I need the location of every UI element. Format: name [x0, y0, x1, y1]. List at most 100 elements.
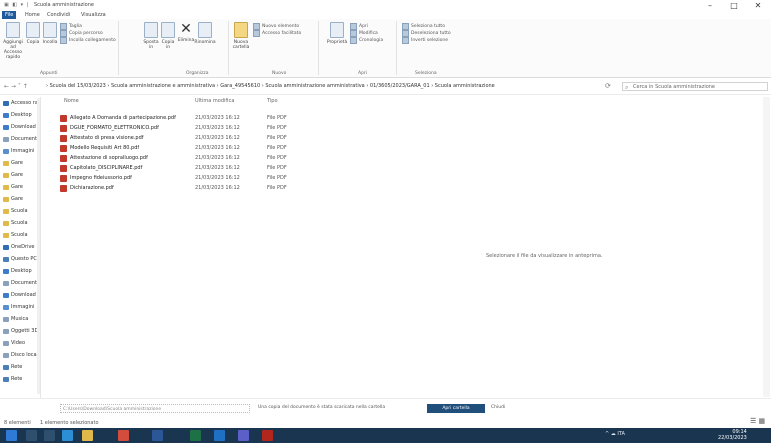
new-item-button[interactable]: Nuovo elemento [253, 23, 313, 30]
select-none-button[interactable]: Deseleziona tutto [402, 30, 462, 37]
properties-button[interactable]: Proprietà [327, 22, 347, 45]
open-button[interactable]: Apri [350, 23, 400, 30]
folder-icon [3, 364, 9, 370]
file-row[interactable]: Impegno fideiussorio.pdf 21/03/2023 16:12… [60, 174, 320, 184]
copy-path-button[interactable]: Copia percorso [60, 30, 116, 37]
folder-icon [3, 376, 9, 382]
easy-access-button[interactable]: Accesso facilitato [253, 30, 313, 37]
nav-item[interactable]: Immagini [0, 145, 40, 157]
nav-item[interactable]: Oggetti 3D [0, 325, 40, 337]
word-taskbar-icon[interactable] [152, 430, 163, 441]
folder-icon [3, 268, 9, 274]
new-folder-button[interactable]: Nuova cartella [233, 22, 249, 50]
download-path-field[interactable]: C:\Users\Download\Scuola amministrazione [60, 404, 250, 413]
file-row[interactable]: Capitolato_DISCIPLINARE.pdf 21/03/2023 16… [60, 164, 320, 174]
nav-item[interactable]: Disco locale [0, 349, 40, 361]
refresh-button[interactable]: ⟳ [605, 82, 611, 90]
file-row[interactable]: Attestazione di sopralluogo.pdf 21/03/202… [60, 154, 320, 164]
nav-item[interactable]: Musica [0, 313, 40, 325]
nav-item[interactable]: Rete [0, 361, 40, 373]
folder-icon [3, 352, 9, 358]
view-toggle-icons[interactable]: ☰ ▦ [750, 417, 765, 425]
outlook-taskbar-icon[interactable] [214, 430, 225, 441]
clock[interactable]: 09:14 22/03/2023 [718, 429, 747, 441]
history-button[interactable]: Cronologia [350, 37, 400, 44]
easy-access-icon [253, 30, 260, 37]
copy-button[interactable]: Copia [26, 22, 40, 45]
open-folder-button[interactable]: Apri cartella [427, 404, 485, 413]
nav-item-label: Disco locale [11, 352, 40, 358]
file-row[interactable]: Modello Requisiti Art 80.pdf 21/03/2023 1… [60, 144, 320, 154]
file-row[interactable]: DGUE_FORMATO_ELETTRONICO.pdf 21/03/2023 1… [60, 124, 320, 134]
nav-item[interactable]: Gare [0, 181, 40, 193]
cut-button[interactable]: Taglia [60, 23, 116, 30]
tab-home[interactable]: Home [22, 11, 43, 19]
nav-item[interactable]: Rete [0, 373, 40, 385]
nav-item[interactable]: Download [0, 289, 40, 301]
nav-item[interactable]: Video [0, 337, 40, 349]
tab-view[interactable]: Visualizza [78, 11, 109, 19]
nav-item[interactable]: Documenti [0, 277, 40, 289]
nav-item[interactable]: Accesso rapido [0, 97, 40, 109]
tab-share[interactable]: Condividi [44, 11, 73, 19]
column-name[interactable]: Nome [64, 98, 79, 104]
teams-taskbar-icon[interactable] [238, 430, 249, 441]
move-to-button[interactable]: Sposta in [143, 22, 159, 50]
file-name: Attestazione di sopralluogo.pdf [70, 155, 148, 161]
search-taskbar-icon[interactable] [26, 430, 37, 441]
acrobat-taskbar-icon[interactable] [262, 430, 273, 441]
navigation-buttons[interactable]: ← → ˅ ↑ [4, 83, 28, 90]
copy-to-button[interactable]: Copia in [161, 22, 175, 50]
nav-scrollbar[interactable] [37, 98, 40, 394]
column-type[interactable]: Tipo [267, 98, 278, 104]
nav-item[interactable]: Gare [0, 169, 40, 181]
system-tray[interactable]: ^ ☁ ITA [605, 431, 625, 437]
start-taskbar-icon[interactable] [6, 430, 17, 441]
edit-button[interactable]: Modifica [350, 30, 400, 37]
invert-selection-button[interactable]: Inverti selezione [402, 37, 462, 44]
folder-icon [3, 184, 9, 190]
select-all-button[interactable]: Seleziona tutto [402, 23, 462, 30]
breadcrumb[interactable]: › Scuola del 15/03/2023 › Scuola amminis… [46, 82, 601, 91]
nav-item[interactable]: Questo PC [0, 253, 40, 265]
nav-item[interactable]: Documenti [0, 133, 40, 145]
explorer-taskbar-icon[interactable] [82, 430, 93, 441]
tab-file[interactable]: File [2, 11, 17, 19]
folder-icon [3, 196, 9, 202]
edge-taskbar-icon[interactable] [62, 430, 73, 441]
pin-quick-access-button[interactable]: Aggiungi ad Accesso rapido [3, 22, 23, 60]
nav-item-label: Scuola [11, 208, 28, 214]
nav-item[interactable]: Desktop [0, 265, 40, 277]
file-row[interactable]: Allegato A Domanda di partecipazione.pdf… [60, 114, 320, 124]
search-icon: ⌕ [625, 84, 629, 91]
paste-shortcut-button[interactable]: Incolla collegamento [60, 37, 116, 44]
rename-button[interactable]: Rinomina [194, 22, 216, 45]
paste-button[interactable]: Incolla [43, 22, 57, 45]
nav-item[interactable]: Scuola [0, 229, 40, 241]
file-row[interactable]: Dichiarazione.pdf 21/03/2023 16:12 File PD… [60, 184, 320, 194]
nav-item[interactable]: Gare [0, 157, 40, 169]
nav-item[interactable]: Immagini [0, 301, 40, 313]
nav-item[interactable]: Download [0, 121, 40, 133]
content-scrollbar[interactable] [763, 97, 770, 397]
nav-item[interactable]: Scuola [0, 217, 40, 229]
nav-item-label: Gare [11, 172, 23, 178]
nav-item-label: Desktop [11, 268, 32, 274]
selection-count: 1 elemento selezionato [40, 420, 99, 426]
chrome-taskbar-icon[interactable] [118, 430, 129, 441]
nav-item[interactable]: Desktop [0, 109, 40, 121]
delete-button[interactable]: ✕ Elimina [178, 22, 195, 43]
excel-taskbar-icon[interactable] [190, 430, 201, 441]
file-row[interactable]: Attestato di presa visione.pdf 21/03/2023… [60, 134, 320, 144]
close-download-button[interactable]: Chiudi [491, 405, 505, 410]
quick-access-toolbar[interactable]: ▣ ◧ ▾ | [4, 2, 29, 8]
nav-item[interactable]: Gare [0, 193, 40, 205]
file-list-header: Nome Ultima modifica Tipo [58, 98, 288, 106]
task-view-taskbar-icon[interactable] [44, 430, 55, 441]
file-date: 21/03/2023 16:12 [195, 165, 240, 171]
column-date[interactable]: Ultima modifica [195, 98, 234, 104]
search-input[interactable]: ⌕ Cerca in Scuola amministrazione [622, 82, 768, 91]
properties-icon [330, 22, 344, 38]
nav-item[interactable]: Scuola [0, 205, 40, 217]
nav-item[interactable]: OneDrive [0, 241, 40, 253]
